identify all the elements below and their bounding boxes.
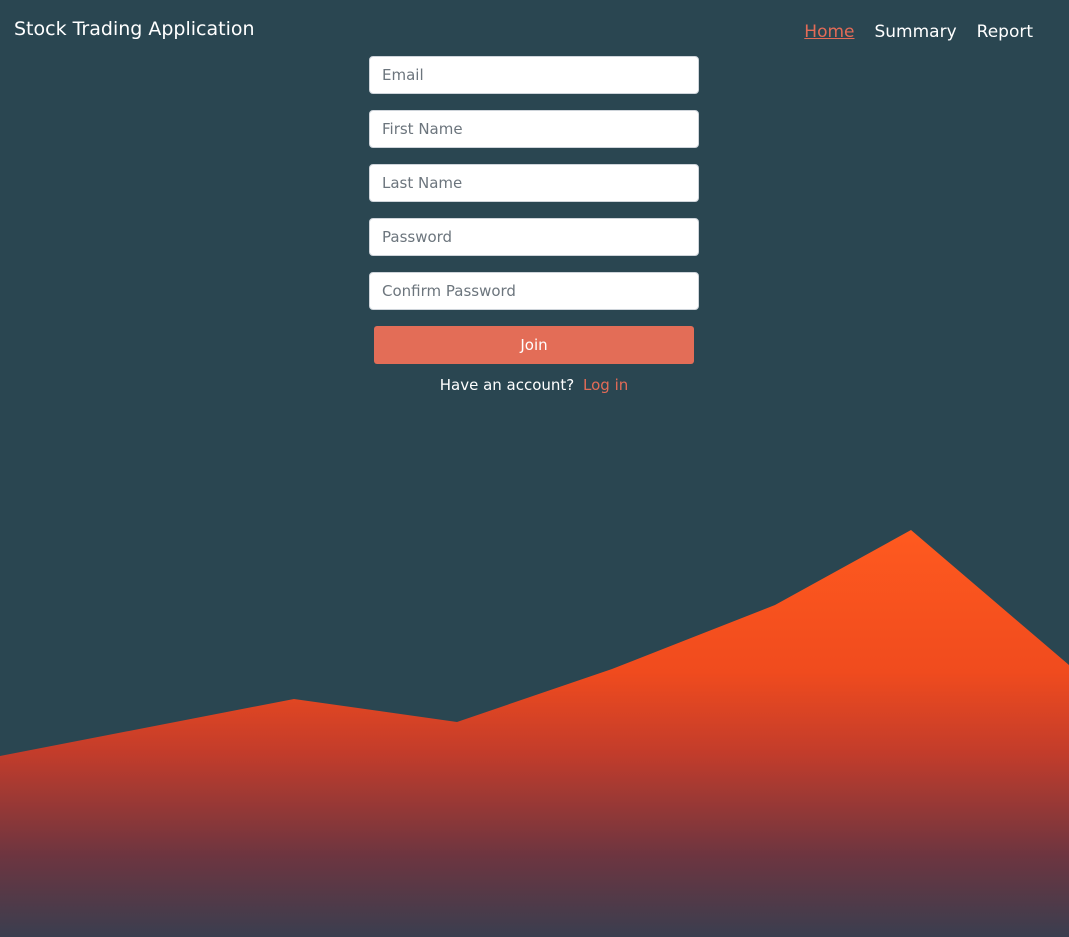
password-field[interactable] [369, 218, 699, 256]
account-prompt-text: Have an account? [439, 376, 575, 394]
nav-links: Home Summary Report [804, 20, 1033, 44]
signup-form: Join Have an account? Log in [369, 56, 699, 395]
app-title: Stock Trading Application [14, 18, 255, 40]
account-prompt-line: Have an account? Log in [369, 375, 699, 395]
nav-home-link[interactable]: Home [804, 20, 854, 44]
confirm-password-field[interactable] [369, 272, 699, 310]
nav-summary-link[interactable]: Summary [874, 20, 956, 44]
last-name-field[interactable] [369, 164, 699, 202]
email-field[interactable] [369, 56, 699, 94]
join-button[interactable]: Join [374, 326, 694, 364]
first-name-field[interactable] [369, 110, 699, 148]
login-link[interactable]: Log in [583, 376, 628, 394]
nav-report-link[interactable]: Report [977, 20, 1033, 44]
navbar: Stock Trading Application Home Summary R… [0, 0, 1069, 60]
